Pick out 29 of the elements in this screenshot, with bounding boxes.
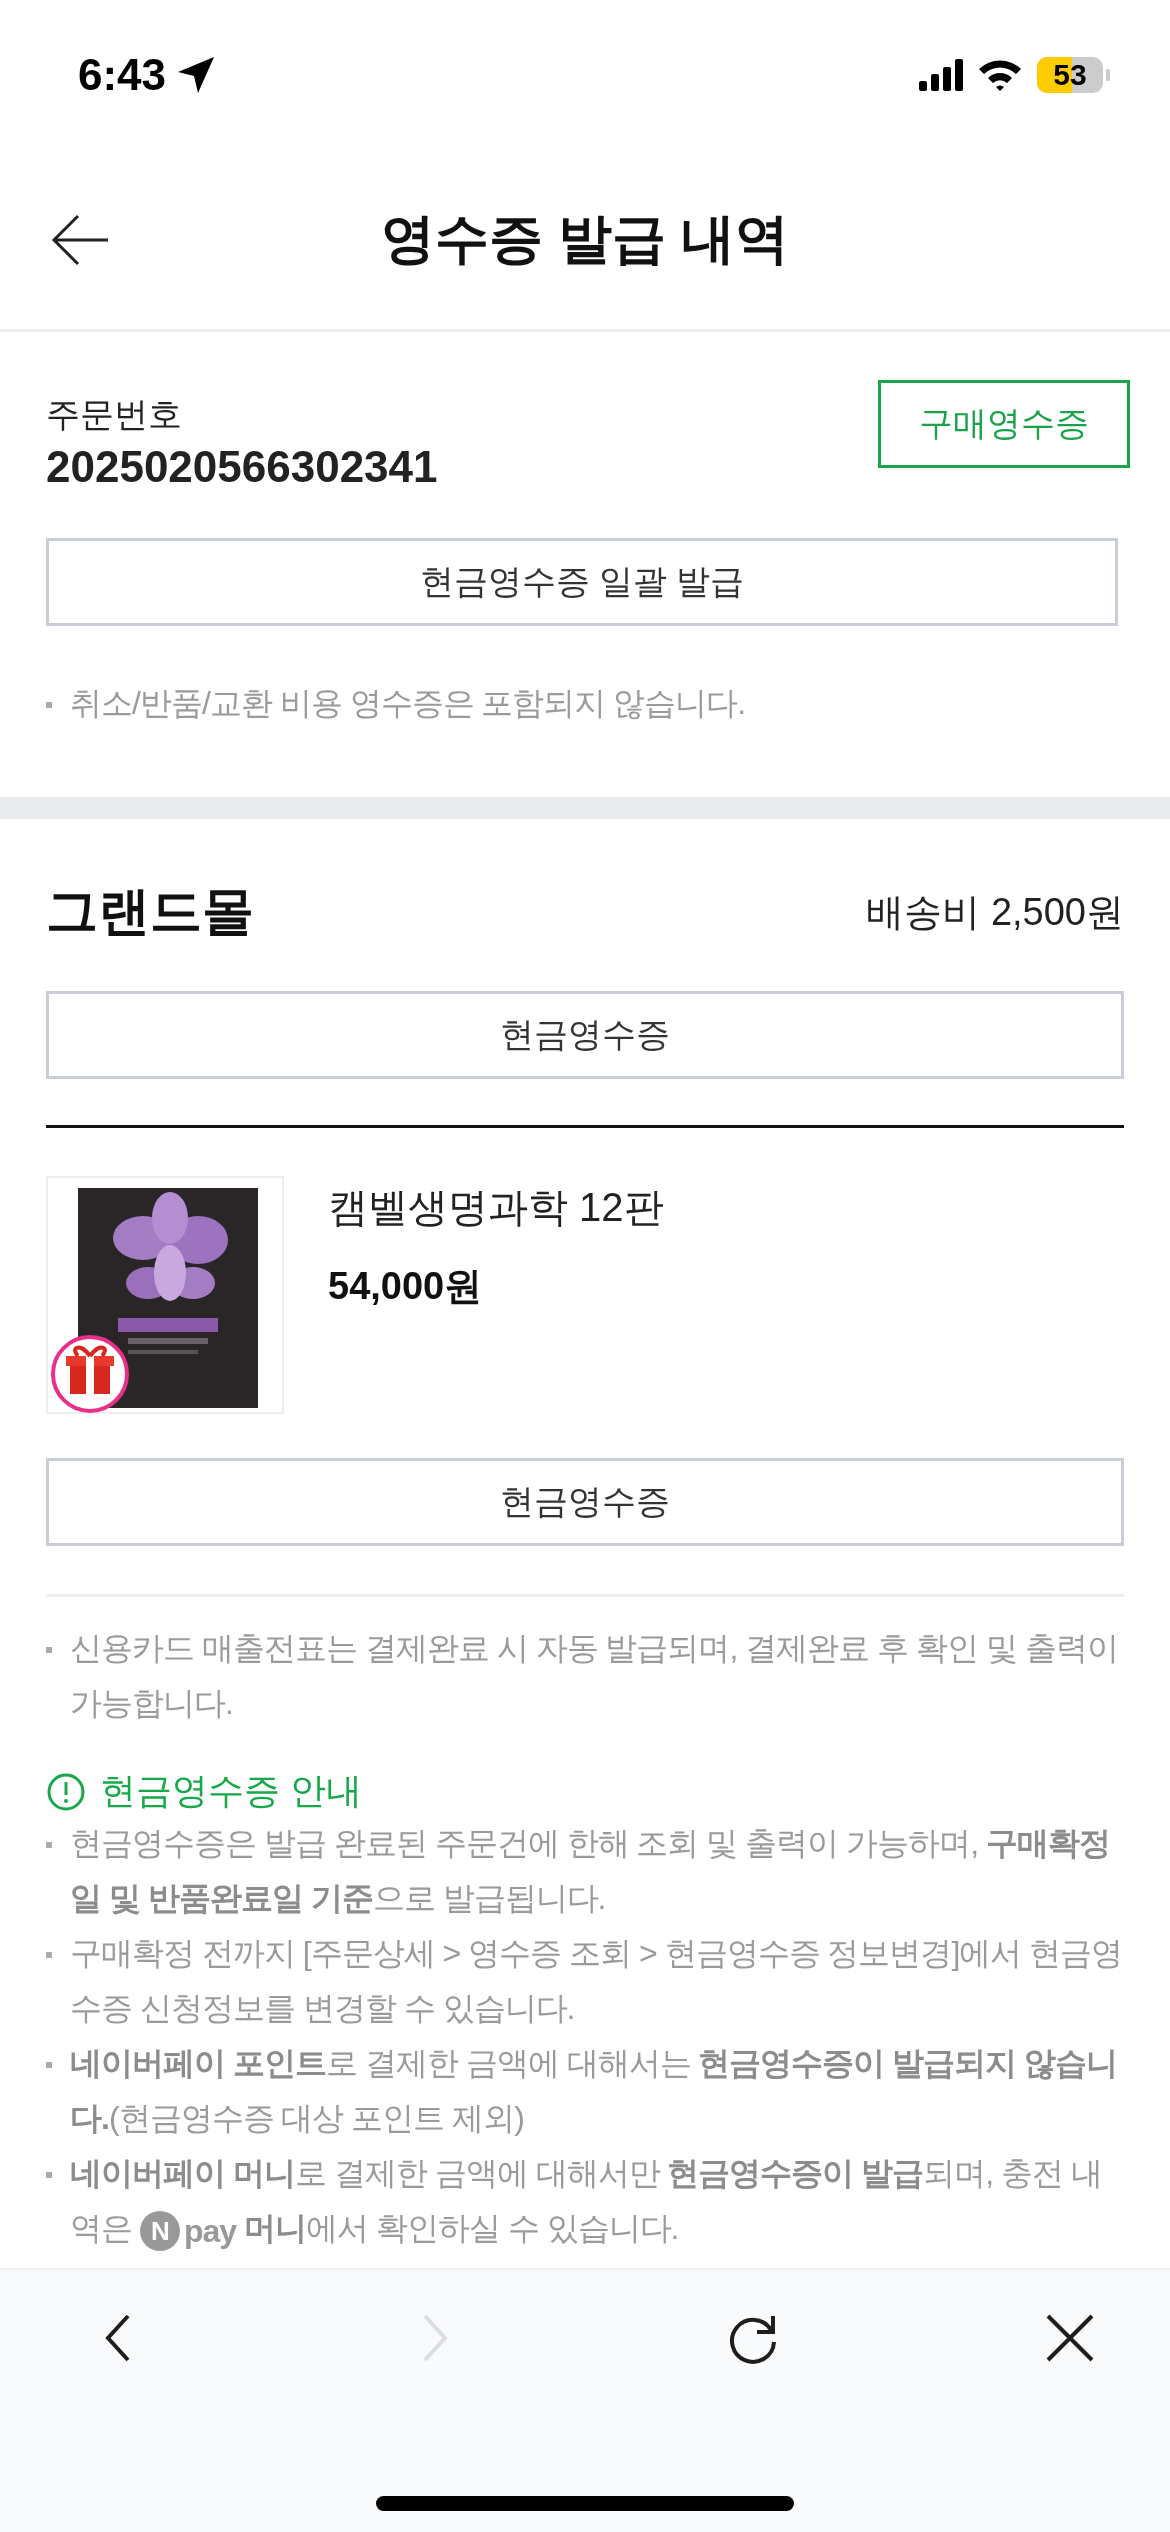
product-title: 캠벨생명과학 12판 bbox=[328, 1184, 664, 1231]
notice-text: 네이버페이 머니로 결제한 금액에 대해서만 현금영수증이 발급되며, 충전 내역은 N pay 머니에서 확인하실 수 있습니다. bbox=[70, 2146, 1124, 2256]
bullet-marker bbox=[46, 1647, 52, 1653]
notice-text: 취소/반품/교환 비용 영수증은 포함되지 않습니다. bbox=[70, 684, 746, 723]
location-arrow-icon bbox=[176, 55, 217, 95]
clock-time: 6:43 bbox=[78, 50, 167, 100]
bullet-marker bbox=[46, 2062, 52, 2068]
guide-title: 현금영수증 안내 bbox=[100, 1769, 362, 1813]
bullet-marker bbox=[46, 1952, 52, 1958]
product-price: 54,000원 bbox=[328, 1264, 484, 1309]
notice-text: 구매확정 전까지 [주문상세 > 영수증 조회 > 현금영수증 정보변경]에서 현금영수증 신청정보를 변경할 수 있습니다. bbox=[70, 1934, 1124, 2028]
bulk-cash-receipt-button[interactable]: 현금영수증 일괄 발급 bbox=[46, 538, 1118, 626]
seller-name: 그랜드몰 bbox=[46, 881, 254, 942]
notice-text: 현금영수증은 발급 완료된 주문건에 한해 조회 및 출력이 가능하며, 구매확정일 및 반품완료일 기준으로 발급됩니다. bbox=[70, 1824, 1111, 1918]
signal-icon bbox=[919, 59, 963, 91]
shipping-fee: 배송비 2,500원 bbox=[866, 889, 1124, 935]
info-icon bbox=[46, 1771, 86, 1812]
notice-text: 네이버페이 포인트로 결제한 금액에 대해서는 현금영수증이 발급되지 않습니다.(현금영수증 대상 포인트 제외) bbox=[70, 2044, 1119, 2138]
bullet-marker bbox=[46, 1842, 52, 1848]
order-number: 2025020566302341 bbox=[46, 442, 438, 492]
cash-receipt-button[interactable]: 현금영수증 bbox=[46, 991, 1124, 1079]
pay-logo: N pay bbox=[139, 2208, 237, 2253]
notice-text: 신용카드 매출전표는 결제완료 시 자동 발급되며, 결제완료 후 확인 및 출력이 가능합니다. bbox=[70, 1629, 1119, 1723]
bullet-marker bbox=[46, 2172, 52, 2178]
order-number-label: 주문번호 bbox=[46, 394, 183, 435]
wifi-icon bbox=[977, 57, 1023, 93]
bullet-marker bbox=[46, 702, 52, 708]
page-title: 영수증 발급 내역 bbox=[380, 207, 790, 270]
cash-receipt-button[interactable]: 현금영수증 bbox=[46, 1458, 1124, 1546]
